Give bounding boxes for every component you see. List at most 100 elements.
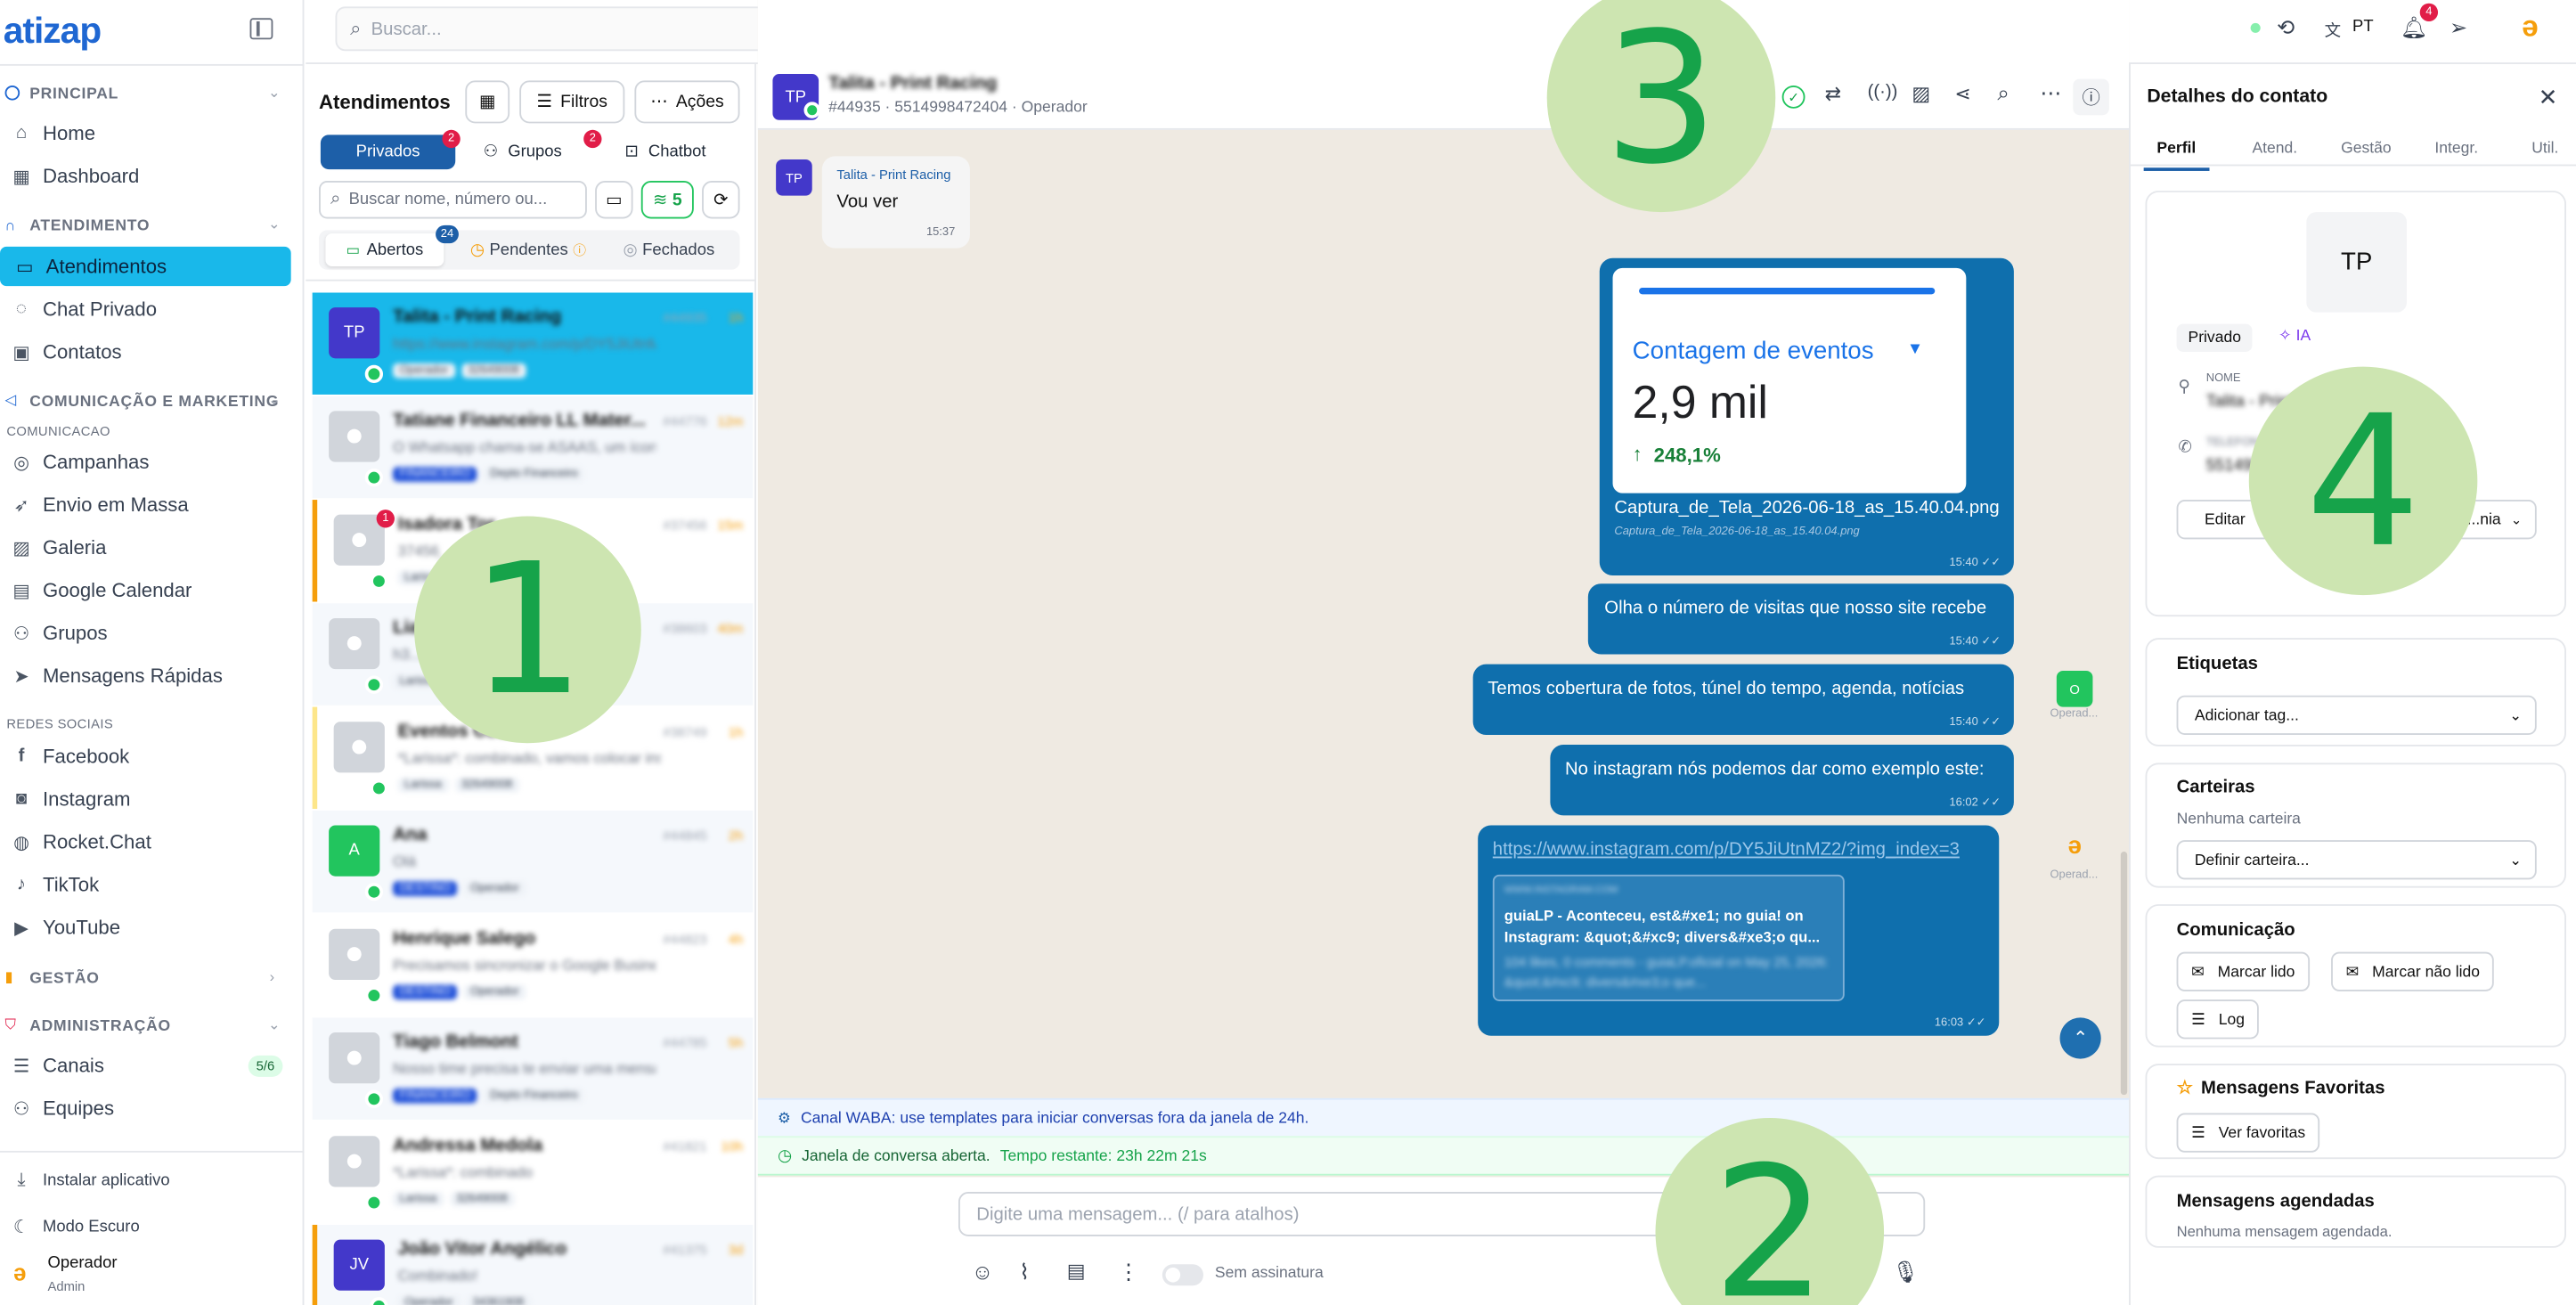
- resolve-check-icon[interactable]: ✓: [1781, 85, 1806, 109]
- paperclip-icon[interactable]: ⌇: [1019, 1260, 1030, 1286]
- grid-view-button[interactable]: ▦: [465, 80, 510, 124]
- sidebar-item-contatos[interactable]: ▣ Contatos: [6, 334, 292, 371]
- conversation-search-input[interactable]: ⌕ Buscar nome, número ou...: [319, 181, 587, 219]
- status-tab-abertos[interactable]: ▭ Abertos: [325, 233, 444, 266]
- sidebar-item-campanhas[interactable]: ◎ Campanhas: [6, 444, 292, 480]
- search-icon[interactable]: ⌕: [1997, 80, 2009, 107]
- collapse-sidebar-icon[interactable]: [249, 18, 273, 40]
- image-icon[interactable]: ▨: [1912, 82, 1930, 105]
- tab-privados[interactable]: Privados: [320, 135, 456, 170]
- sidebar-item-galeria[interactable]: ▨ Galeria: [6, 529, 292, 566]
- ia-badge[interactable]: ✧ IA: [2278, 327, 2311, 345]
- tab-atend[interactable]: Atend.: [2239, 140, 2311, 167]
- microphone-icon[interactable]: 🎙︎: [1892, 1260, 1919, 1286]
- signature-toggle[interactable]: [1162, 1264, 1203, 1286]
- sidebar-item-google-calendar[interactable]: ▤ Google Calendar: [6, 572, 292, 608]
- broadcast-icon[interactable]: ((·)): [1868, 82, 1898, 102]
- translate-icon[interactable]: 文: [2325, 16, 2341, 41]
- more-vertical-icon[interactable]: ⋮: [1118, 1260, 1139, 1286]
- list-item[interactable]: A Ana Olá #44845 2h DESTINO Operador: [312, 810, 754, 913]
- close-icon[interactable]: ✕: [2539, 84, 2558, 111]
- section-administracao[interactable]: ADMINISTRAÇÃO: [29, 1017, 171, 1035]
- sidebar-item-dashboard[interactable]: ▦ Dashboard: [6, 158, 292, 194]
- sidebar-item-envio-massa[interactable]: ➶ Envio em Massa: [6, 486, 292, 523]
- sidebar-item-atendimentos[interactable]: ▭ Atendimentos: [0, 246, 291, 287]
- sidebar-item-rocket-chat[interactable]: ◍ Rocket.Chat: [6, 824, 292, 860]
- sidebar-item-grupos[interactable]: ⚇ Grupos: [6, 615, 292, 651]
- screenshot-image[interactable]: Contagem de eventos ▼ 2,9 mil ↑ 248,1%: [1612, 267, 1967, 493]
- app-logo[interactable]: atizap: [4, 10, 102, 53]
- paper-plane-icon[interactable]: ➢: [2450, 15, 2467, 42]
- outgoing-message[interactable]: Olha o número de visitas que nosso site …: [1587, 583, 2014, 655]
- outgoing-message[interactable]: No instagram nós podemos dar como exempl…: [1550, 745, 2014, 816]
- view-favorites-button[interactable]: ☰ Ver favoritas: [2176, 1113, 2320, 1153]
- incoming-message[interactable]: Talita - Print Racing Vou ver 15:37: [821, 156, 970, 249]
- scroll-to-bottom-icon[interactable]: ⌃: [2059, 1017, 2101, 1059]
- message-link[interactable]: https://www.instagram.com/p/DY5JiUtnMZ2/…: [1493, 840, 1960, 860]
- language-label[interactable]: PT: [2352, 18, 2374, 36]
- new-message-button[interactable]: ▭: [595, 181, 633, 219]
- tab-grupos[interactable]: ⚇ Grupos: [484, 135, 562, 169]
- filters-button[interactable]: ☰ Filtros: [519, 80, 625, 124]
- user-avatar-icon[interactable]: ə: [2512, 8, 2548, 45]
- log-button[interactable]: ☰ Log: [2176, 999, 2260, 1040]
- link-preview[interactable]: WWW.INSTAGRAM.COM guiaLP - Aconteceu, es…: [1492, 874, 1845, 1001]
- avatar: ●: [329, 617, 380, 670]
- tab-chatbot[interactable]: ⊡ Chatbot: [624, 135, 705, 169]
- image-message[interactable]: Contagem de eventos ▼ 2,9 mil ↑ 248,1% C…: [1599, 257, 2014, 575]
- sidebar-item-home[interactable]: ⌂ Home: [6, 115, 292, 151]
- sidebar-item-canais[interactable]: ☰ Canais 5/6: [6, 1048, 292, 1084]
- tab-gestão[interactable]: Gestão: [2327, 140, 2404, 167]
- actions-button[interactable]: ⋯ Ações: [634, 80, 740, 124]
- more-icon[interactable]: ⋯: [2040, 80, 2061, 107]
- list-item[interactable]: ● Tiago Belmont Nosso time precisa te envi…: [312, 1017, 754, 1120]
- refresh-button[interactable]: ⟳: [702, 181, 740, 219]
- mark-unread-button[interactable]: ✉ Marcar não lido: [2331, 951, 2495, 991]
- outgoing-message[interactable]: Temos cobertura de fotos, túnel do tempo…: [1472, 664, 2014, 735]
- sidebar-item-chat-privado[interactable]: ◌ Chat Privado: [6, 291, 292, 328]
- list-item-selected[interactable]: TP Talita - Print Racing https://www.insta…: [312, 292, 754, 395]
- sidebar-item-instagram[interactable]: ◙ Instagram: [6, 781, 292, 818]
- chevron-right-icon[interactable]: ›: [270, 968, 275, 984]
- section-gestao[interactable]: GESTÃO: [29, 970, 99, 988]
- list-item[interactable]: ● Andressa Medola *Larissa*: combinado #418…: [313, 1121, 754, 1223]
- define-wallet-select[interactable]: Definir carteira... ⌄: [2176, 840, 2537, 880]
- search-icon: ⌕: [330, 189, 341, 209]
- chevron-down-icon[interactable]: ⌄: [268, 1016, 281, 1034]
- emoji-icon[interactable]: ☺: [972, 1260, 994, 1285]
- tab-util[interactable]: Util.: [2518, 140, 2572, 167]
- mark-read-button[interactable]: ✉ Marcar lido: [2176, 951, 2311, 991]
- sidebar-item-youtube[interactable]: ▶ YouTube: [6, 909, 292, 946]
- avatar[interactable]: ə: [6, 1260, 33, 1286]
- chat-scrollbar[interactable]: [2120, 852, 2128, 1096]
- chevron-down-icon[interactable]: ⌄: [268, 84, 281, 102]
- message-preview: *Larissa*: combinado, vamos colocar insc…: [397, 749, 661, 767]
- add-tag-select[interactable]: Adicionar tag... ⌄: [2176, 695, 2537, 735]
- status-tab-pendentes[interactable]: ◷ Pendentes ⓘ: [470, 233, 586, 266]
- section-principal[interactable]: PRINCIPAL: [29, 86, 118, 103]
- section-atendimento[interactable]: ATENDIMENTO: [29, 217, 150, 235]
- install-app-button[interactable]: ⤓ Instalar aplicativo: [6, 1162, 292, 1199]
- transfer-icon[interactable]: ⇄: [1825, 82, 1842, 105]
- history-icon[interactable]: ⟲: [2277, 15, 2295, 42]
- tab-integr[interactable]: Integr.: [2422, 140, 2491, 167]
- sidebar-item-facebook[interactable]: f Facebook: [6, 738, 292, 775]
- chevron-down-icon[interactable]: ⌄: [268, 216, 281, 233]
- user-icon: ⚲: [2178, 378, 2190, 396]
- dark-mode-toggle[interactable]: ☾ Modo Escuro: [6, 1209, 292, 1245]
- sidebar-item-tiktok[interactable]: ♪ TikTok: [6, 867, 292, 903]
- list-item[interactable]: ● Henrique Salego Precisamos sincronizar o…: [313, 914, 754, 1015]
- sidebar-item-equipes[interactable]: ⚇ Equipes: [6, 1090, 292, 1127]
- section-comunicacao[interactable]: COMUNICAÇÃO E MARKETING: [29, 393, 279, 411]
- tab-perfil[interactable]: Perfil: [2143, 140, 2210, 171]
- sidebar-item-mensagens-rapidas[interactable]: ➤ Mensagens Rápidas: [6, 657, 292, 694]
- info-icon[interactable]: ⓘ: [2073, 78, 2109, 116]
- link-message[interactable]: https://www.instagram.com/p/DY5JiUtnMZ2/…: [1478, 825, 2000, 1036]
- quick-reply-icon[interactable]: ▤: [1067, 1260, 1086, 1283]
- status-tab-fechados[interactable]: ◎ Fechados: [623, 233, 714, 266]
- list-item[interactable]: ● Tatiane Financeiro LL Mater... O Whatsap…: [312, 396, 754, 499]
- chevron-down-icon[interactable]: ⌄: [268, 391, 281, 409]
- share-icon[interactable]: ⋖: [1954, 82, 1971, 105]
- list-item[interactable]: JV João Vitor Angélico Combinado! #41375 3d O…: [312, 1224, 754, 1305]
- connection-status-button[interactable]: ≋ 5: [640, 181, 694, 219]
